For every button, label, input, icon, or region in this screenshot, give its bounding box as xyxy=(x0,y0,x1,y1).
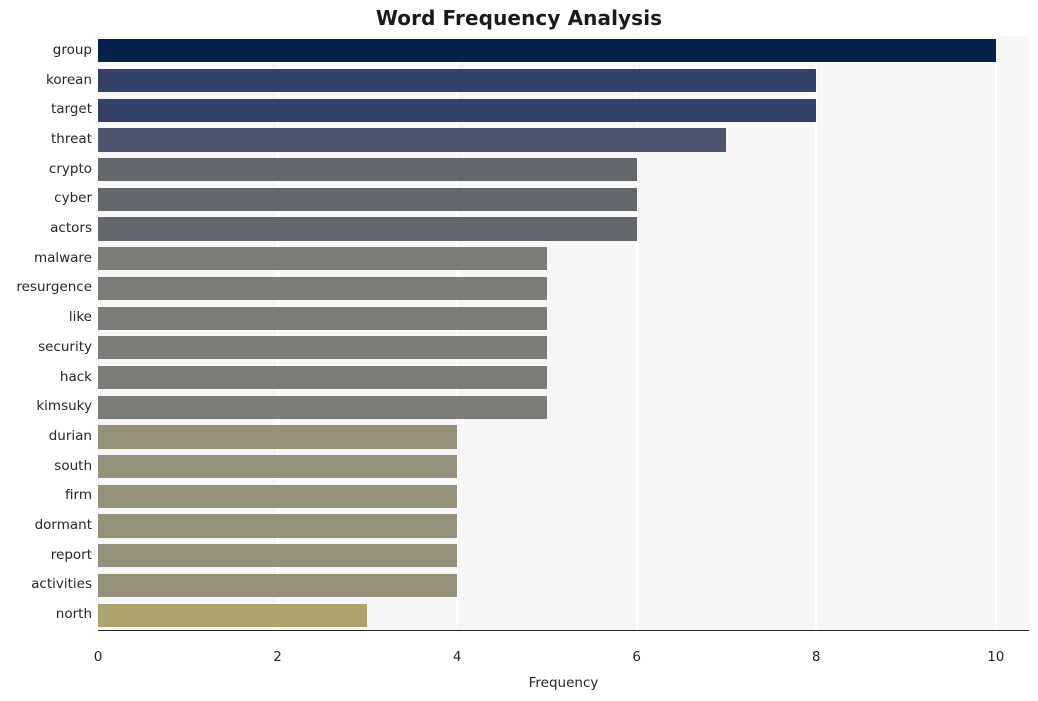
y-tick-label-malware: malware xyxy=(33,249,92,266)
bar-row xyxy=(98,603,1029,627)
bar-row xyxy=(98,276,1029,301)
bar-row xyxy=(98,484,1029,508)
y-tick-label-north: north xyxy=(55,606,92,623)
bar-threat[interactable] xyxy=(98,128,727,152)
x-tick-label-10: 10 xyxy=(987,649,1005,665)
y-tick-label-threat: threat xyxy=(51,130,92,147)
bar-actors[interactable] xyxy=(98,217,637,241)
y-tick-label-group: group xyxy=(52,41,92,58)
chart-figure: Word Frequency Analysis group korean targe… xyxy=(0,0,1038,701)
x-axis-tick-labels: 0 2 4 6 8 10 xyxy=(0,649,1038,671)
bar-row xyxy=(98,336,1029,360)
page-title: Word Frequency Analysis xyxy=(375,6,663,30)
bar-report[interactable] xyxy=(98,544,458,568)
bar-row xyxy=(98,306,1029,330)
bar-row xyxy=(98,455,1029,479)
y-tick-label-report: report xyxy=(50,546,92,563)
bar-row xyxy=(98,247,1029,271)
x-tick-label-6: 6 xyxy=(632,649,641,665)
y-tick-label-activities: activities xyxy=(31,576,92,593)
bar-crypto[interactable] xyxy=(98,158,637,182)
y-tick-label-like: like xyxy=(68,309,92,326)
bar-malware[interactable] xyxy=(98,247,547,271)
bar-row xyxy=(98,217,1029,241)
x-tick-label-2: 2 xyxy=(273,649,282,665)
bar-dormant[interactable] xyxy=(98,514,458,538)
y-tick-label-dormant: dormant xyxy=(34,517,92,534)
bars-layer xyxy=(98,36,1029,630)
bar-hack[interactable] xyxy=(98,365,547,390)
y-tick-label-target: target xyxy=(50,101,92,118)
y-tick-label-cyber: cyber xyxy=(54,190,92,207)
bar-south[interactable] xyxy=(98,455,458,479)
bar-like[interactable] xyxy=(98,306,547,330)
bar-group[interactable] xyxy=(98,39,996,63)
x-tick-label-8: 8 xyxy=(811,649,821,665)
bar-resurgence[interactable] xyxy=(98,276,547,301)
bar-row xyxy=(98,395,1029,419)
bar-row xyxy=(98,68,1029,93)
y-tick-label-kimsuky: kimsuky xyxy=(36,398,92,415)
bar-row xyxy=(98,98,1029,122)
x-tick-label-0: 0 xyxy=(93,649,103,665)
bar-kimsuky[interactable] xyxy=(98,395,547,419)
bar-row xyxy=(98,39,1029,63)
x-axis-spine xyxy=(98,630,1029,631)
x-tick-label-4: 4 xyxy=(452,649,462,665)
x-axis-title: Frequency xyxy=(528,675,599,691)
y-tick-label-durian: durian xyxy=(48,427,92,444)
y-tick-label-hack: hack xyxy=(59,368,92,385)
plot-area xyxy=(98,36,1029,630)
bar-row xyxy=(98,544,1029,568)
bar-north[interactable] xyxy=(98,603,368,627)
y-tick-label-actors: actors xyxy=(50,220,92,237)
y-tick-label-resurgence: resurgence xyxy=(16,279,92,296)
bar-firm[interactable] xyxy=(98,484,458,508)
bar-cyber[interactable] xyxy=(98,187,637,211)
y-tick-label-crypto: crypto xyxy=(48,160,92,177)
y-tick-label-firm: firm xyxy=(65,487,92,504)
bar-row xyxy=(98,365,1029,390)
bar-row xyxy=(98,514,1029,538)
bar-row xyxy=(98,573,1029,598)
y-tick-label-korean: korean xyxy=(46,71,92,88)
y-tick-label-security: security xyxy=(38,338,92,355)
bar-row xyxy=(98,158,1029,182)
bar-row xyxy=(98,128,1029,152)
bar-activities[interactable] xyxy=(98,573,458,598)
bar-row xyxy=(98,425,1029,449)
bar-korean[interactable] xyxy=(98,68,817,93)
y-axis-tick-labels: group korean target threat crypto cyber actors… xyxy=(0,36,92,630)
bar-durian[interactable] xyxy=(98,425,458,449)
bar-target[interactable] xyxy=(98,98,817,122)
bar-row xyxy=(98,187,1029,211)
bar-security[interactable] xyxy=(98,336,547,360)
y-tick-label-south: south xyxy=(54,457,92,474)
